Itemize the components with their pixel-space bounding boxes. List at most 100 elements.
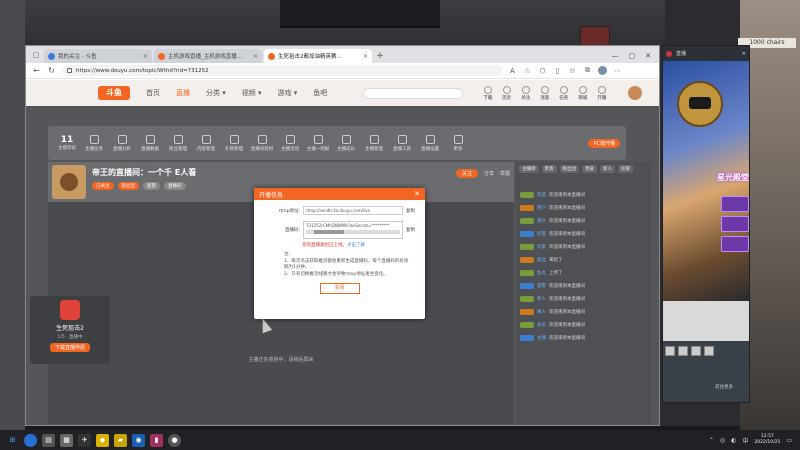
nav-category[interactable]: 分类 ▾ <box>206 88 226 98</box>
maximize-icon[interactable]: ▢ <box>629 52 636 60</box>
favorites-icon[interactable]: ✩ <box>568 66 577 75</box>
volume-icon[interactable]: ◐ <box>731 437 736 444</box>
tool-item-6[interactable]: 直播间装扮 <box>248 134 276 152</box>
nav-yuba[interactable]: 鱼吧 <box>313 88 327 98</box>
room-tag[interactable]: 直播间 <box>164 182 186 190</box>
share-button[interactable]: 分享 <box>484 170 494 177</box>
chat-username[interactable]: 主播 <box>537 335 546 341</box>
tool-item-0[interactable]: 主播任务 <box>80 134 108 152</box>
chat-username[interactable]: 路人 <box>537 309 546 315</box>
window-menu-icon[interactable]: ▢ <box>30 49 42 61</box>
thumbnail[interactable] <box>691 346 701 356</box>
browser-tab-3[interactable]: 生死狙击2都加油精英赛... ✕ <box>264 49 372 63</box>
site-search-input[interactable] <box>363 87 464 99</box>
obs-icon[interactable]: ● <box>168 433 181 447</box>
chat-username[interactable]: 会员 <box>537 322 546 328</box>
tool-item-12[interactable]: 直播设置 <box>416 134 444 152</box>
edge-browser-icon[interactable] <box>24 433 37 447</box>
header-history[interactable]: 历史 <box>502 85 511 101</box>
chat-tab[interactable]: 房管 <box>618 165 633 173</box>
room-avatar[interactable] <box>52 165 86 199</box>
room-tag[interactable]: 已关注 <box>92 182 114 190</box>
stream-key-field[interactable]: 731252rCMhQNWM4?wsSecret=********* <box>303 221 403 239</box>
copy-rtmp-button[interactable]: 复制 <box>406 208 415 214</box>
store-icon[interactable]: ▦ <box>60 433 73 447</box>
room-tag[interactable]: 超管 <box>143 182 160 190</box>
app-icon-pink[interactable]: ▮ <box>150 433 163 447</box>
app-icon-folder[interactable]: ▰ <box>114 433 127 447</box>
tool-item-3[interactable]: 粉丝管理 <box>164 134 192 152</box>
nav-game[interactable]: 游戏 ▾ <box>278 88 298 98</box>
notification-icon[interactable]: ▭ <box>786 437 792 444</box>
collections-icon[interactable]: ⧉ <box>583 66 592 75</box>
tab-close-icon[interactable]: ✕ <box>253 53 258 60</box>
nav-video[interactable]: 视频 ▾ <box>242 88 262 98</box>
chat-tab[interactable]: 粉丝团 <box>559 165 579 173</box>
tool-item-2[interactable]: 直播数据 <box>136 134 164 152</box>
pc-broadcast-button[interactable]: PC端开播 <box>588 138 620 148</box>
nav-home[interactable]: 首页 <box>146 88 160 98</box>
room-tag[interactable]: 粉丝团 <box>117 182 139 190</box>
split-screen-icon[interactable]: ▯ <box>553 66 562 75</box>
modal-close-icon[interactable]: ✕ <box>414 190 420 198</box>
tool-item-4[interactable]: 内容管理 <box>192 134 220 152</box>
close-button[interactable]: 关闭 <box>319 283 360 294</box>
tool-item-13[interactable]: 更多 <box>444 134 472 152</box>
header-follow[interactable]: 关注 <box>521 85 530 101</box>
gift-slot[interactable] <box>721 216 749 232</box>
tool-item-5[interactable]: 礼物管理 <box>220 134 248 152</box>
file-explorer-icon[interactable]: ▤ <box>42 433 55 447</box>
tool-item-7[interactable]: 主播活动 <box>276 134 304 152</box>
chat-username[interactable]: 游客 <box>537 283 546 289</box>
windows-start-icon[interactable]: ⊞ <box>6 434 19 447</box>
chat-username[interactable]: 用户 <box>537 205 546 211</box>
close-window-icon[interactable]: ✕ <box>645 52 651 60</box>
favorite-star-icon[interactable]: ☆ <box>523 66 532 75</box>
douyu-logo[interactable]: 斗鱼 <box>98 86 130 100</box>
chat-username[interactable]: 粉丝 <box>537 257 546 263</box>
chat-tab[interactable]: 主播榜 <box>519 165 539 173</box>
chat-tab[interactable]: 新人 <box>600 165 615 173</box>
chat-tab[interactable]: 贵宾 <box>541 165 557 173</box>
learn-more-link[interactable]: 点击了解 <box>347 243 365 248</box>
thumbnail[interactable] <box>665 346 675 356</box>
thumbnail[interactable] <box>704 346 714 356</box>
header-download[interactable]: 下载 <box>483 85 492 101</box>
tab-close-icon[interactable]: ✕ <box>363 53 368 60</box>
thumbnail[interactable] <box>678 346 688 356</box>
tool-item-9[interactable]: 主播成长 <box>332 134 360 152</box>
more-menu-icon[interactable]: ⋯ <box>613 66 622 75</box>
browser-tab-2[interactable]: 主机游戏直播_主机游戏直播... ✕ <box>154 49 262 63</box>
header-message[interactable]: 消息 <box>540 85 549 101</box>
header-task[interactable]: 任务 <box>559 85 568 101</box>
chat-username[interactable]: 房管 <box>537 231 546 237</box>
chat-username[interactable]: 观众 <box>537 218 546 224</box>
chat-username[interactable]: 玩家 <box>537 244 546 250</box>
taskbar-clock[interactable]: 12:57 2022/10/25 <box>754 434 780 446</box>
tool-item-8[interactable]: 主播一周报 <box>304 134 332 152</box>
chat-username[interactable]: 欢迎 <box>537 192 546 198</box>
user-avatar[interactable] <box>628 86 643 100</box>
report-button[interactable]: 举报 <box>500 170 510 177</box>
tray-chevron-icon[interactable]: ⌃ <box>709 437 714 444</box>
app-icon-yellow[interactable]: ◆ <box>96 433 109 447</box>
scroll-thumb[interactable] <box>314 230 344 234</box>
side-window-close-icon[interactable]: ✕ <box>742 51 746 57</box>
anchor-avatar[interactable] <box>60 300 80 320</box>
browser-tab-1[interactable]: 我的关注 - 斗鱼 ✕ <box>44 49 152 63</box>
nav-live[interactable]: 直播 <box>176 88 190 98</box>
rtmp-field[interactable]: rtmp://sendtc3a.douyu.com/live <box>303 206 403 215</box>
steam-icon[interactable]: ◉ <box>132 433 145 447</box>
header-broadcast[interactable]: 开播 <box>597 85 606 101</box>
tool-item-1[interactable]: 直播分析 <box>108 134 136 152</box>
read-aloud-icon[interactable]: A <box>508 66 517 75</box>
extensions-icon[interactable]: ⬡ <box>538 66 547 75</box>
follow-button[interactable]: 关注 <box>455 169 478 178</box>
network-icon[interactable]: ◎ <box>720 437 725 444</box>
ime-icon[interactable]: 中 <box>742 436 748 445</box>
chat-tab[interactable]: 贵族 <box>582 165 597 173</box>
minimize-icon[interactable]: — <box>612 52 619 60</box>
tab-close-icon[interactable]: ✕ <box>143 53 148 60</box>
tool-item-11[interactable]: 直播工具 <box>388 134 416 152</box>
chat-username[interactable]: 鱼丸 <box>537 270 546 276</box>
